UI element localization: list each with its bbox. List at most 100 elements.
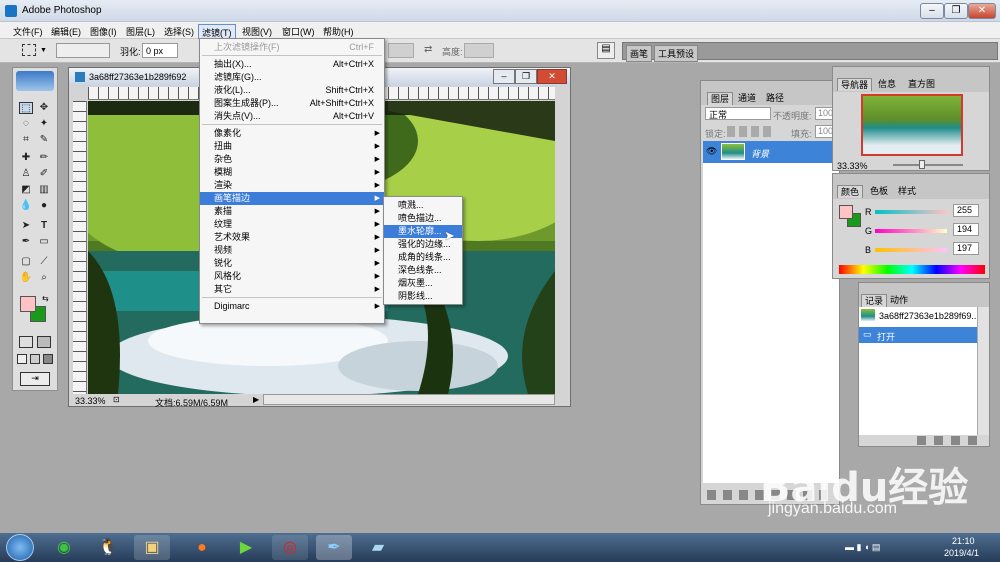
color-ramp[interactable]: [839, 265, 985, 274]
filter-menu-item[interactable]: 艺术效果 ▶: [200, 231, 384, 244]
shape-icon[interactable]: ▭: [37, 236, 51, 248]
doc-close-button[interactable]: ✕: [537, 69, 567, 84]
marquee-icon[interactable]: ⬚: [19, 102, 33, 114]
minimize-button[interactable]: –: [920, 3, 944, 19]
menu-file[interactable]: 文件(F): [10, 24, 46, 39]
filter-menu-item[interactable]: 图案生成器(P)... Alt+Shift+Ctrl+X: [200, 97, 384, 110]
navigator-thumbnail[interactable]: [861, 94, 963, 156]
start-button[interactable]: [6, 534, 34, 561]
status-menu-arrow-icon[interactable]: ▶: [253, 395, 259, 404]
swap-colors-icon[interactable]: ⇆: [42, 294, 49, 303]
firefox-icon[interactable]: ●: [184, 535, 220, 560]
layer-row-background[interactable]: 👁 背景: [703, 141, 839, 163]
height-input[interactable]: [464, 43, 494, 58]
gradient-icon[interactable]: ▥: [37, 184, 51, 196]
brush-strokes-menu-item[interactable]: 深色线条...: [384, 264, 462, 277]
foreground-color-swatch[interactable]: [20, 296, 36, 312]
brush-strokes-menu-item[interactable]: 成角的线条...: [384, 251, 462, 264]
filter-menu-item[interactable]: 渲染 ▶: [200, 179, 384, 192]
zoom-slider-handle[interactable]: [919, 160, 925, 169]
filter-menu-item[interactable]: 扭曲 ▶: [200, 140, 384, 153]
horizontal-scrollbar[interactable]: [263, 394, 555, 405]
quick-mask-icon[interactable]: [37, 336, 51, 348]
filter-menu-item[interactable]: 抽出(X)... Alt+Ctrl+X: [200, 58, 384, 71]
menu-select[interactable]: 选择(S): [161, 24, 197, 39]
menu-image[interactable]: 图像(I): [87, 24, 120, 39]
g-input[interactable]: 194: [953, 223, 979, 236]
tab-info[interactable]: 信息: [875, 78, 899, 91]
tab-history[interactable]: 记录: [861, 294, 888, 307]
lasso-icon[interactable]: ◌: [19, 118, 33, 130]
tab-channels[interactable]: 通道: [735, 92, 759, 105]
close-button[interactable]: ✕: [968, 3, 996, 19]
b-input[interactable]: 197: [953, 242, 979, 255]
notes-icon[interactable]: ▢: [19, 256, 33, 268]
menu-layer[interactable]: 图层(L): [123, 24, 158, 39]
clock-date[interactable]: 2019/4/1: [944, 548, 979, 558]
filter-menu-item[interactable]: 模糊 ▶: [200, 166, 384, 179]
screen-mode-standard-icon[interactable]: [17, 354, 27, 364]
feather-input[interactable]: 0 px: [142, 43, 178, 58]
marquee-tool-icon[interactable]: [22, 44, 36, 56]
eyedropper-icon[interactable]: ⟋: [37, 256, 51, 268]
filter-menu-item[interactable]: 风格化 ▶: [200, 270, 384, 283]
menu-view[interactable]: 视图(V): [239, 24, 275, 39]
tab-paths[interactable]: 路径: [763, 92, 787, 105]
g-slider[interactable]: [875, 229, 947, 233]
screen-mode-full-icon[interactable]: [43, 354, 53, 364]
r-input[interactable]: 255: [953, 204, 979, 217]
eye-icon[interactable]: 👁: [706, 146, 717, 157]
filter-menu-item[interactable]: 像素化 ▶: [200, 127, 384, 140]
chevron-down-icon[interactable]: ▼: [40, 47, 47, 54]
history-scrollbar[interactable]: [977, 307, 989, 435]
file-explorer-icon[interactable]: ▣: [134, 535, 170, 560]
tab-navigator[interactable]: 导航器: [837, 78, 873, 91]
path-select-icon[interactable]: ➤: [19, 220, 33, 232]
filter-menu-item[interactable]: Digimarc ▶: [200, 300, 384, 313]
tab-histogram[interactable]: 直方图: [905, 78, 938, 91]
filter-menu-item[interactable]: 其它 ▶: [200, 283, 384, 296]
tab-tool-presets[interactable]: 工具预设: [654, 45, 699, 62]
crop-icon[interactable]: ⌗: [19, 134, 33, 146]
width-input[interactable]: [388, 43, 414, 58]
photoshop-feather-icon[interactable]: [16, 71, 54, 91]
clock-time[interactable]: 21:10: [952, 536, 975, 546]
brush-strokes-menu-item[interactable]: 阴影线...: [384, 290, 462, 303]
menu-window[interactable]: 窗口(W): [279, 24, 318, 39]
brush-strokes-menu-item[interactable]: 喷色描边...: [384, 212, 462, 225]
filter-menu-item[interactable]: 素描 ▶: [200, 205, 384, 218]
blur-icon[interactable]: 💧: [19, 200, 33, 212]
filter-menu-item[interactable]: 消失点(V)... Alt+Ctrl+V: [200, 110, 384, 123]
pen-icon[interactable]: ✒: [19, 236, 33, 248]
tab-color[interactable]: 颜色: [837, 185, 864, 198]
history-snapshot[interactable]: 3a68ff27363e1b289f69...: [879, 311, 979, 321]
filter-menu-item[interactable]: 画笔描边 ▶: [200, 192, 384, 205]
doc-restore-button[interactable]: ❐: [515, 69, 537, 84]
zoom-icon[interactable]: ⌕: [37, 272, 51, 284]
filter-menu-item[interactable]: 液化(L)... Shift+Ctrl+X: [200, 84, 384, 97]
r-slider[interactable]: [875, 210, 947, 214]
brush-icon[interactable]: ✏: [37, 152, 51, 164]
tab-styles[interactable]: 样式: [895, 185, 919, 198]
standard-mode-icon[interactable]: [19, 336, 33, 348]
history-brush-icon[interactable]: ✐: [37, 168, 51, 180]
menu-help[interactable]: 帮助(H): [320, 24, 357, 39]
filter-menu-item[interactable]: 锐化 ▶: [200, 257, 384, 270]
hand-icon[interactable]: ✋: [19, 272, 33, 284]
filter-menu-item[interactable]: 上次滤镜操作(F) Ctrl+F: [200, 41, 384, 54]
tab-layers[interactable]: 图层: [707, 92, 734, 105]
selection-mode-buttons[interactable]: [56, 43, 110, 58]
doc-minimize-button[interactable]: –: [493, 69, 515, 84]
notepad-icon[interactable]: ▰: [360, 535, 396, 560]
b-slider[interactable]: [875, 248, 947, 252]
browser-360-icon[interactable]: ◉: [46, 535, 82, 560]
brush-strokes-menu-item[interactable]: 喷溅...: [384, 199, 462, 212]
history-actions-icons[interactable]: [917, 436, 977, 445]
history-step-row[interactable]: ▭ 打开: [859, 327, 977, 343]
filter-menu-item[interactable]: 纹理 ▶: [200, 218, 384, 231]
slice-icon[interactable]: ✎: [37, 134, 51, 146]
tab-actions[interactable]: 动作: [887, 294, 911, 307]
healing-brush-icon[interactable]: ✚: [19, 152, 33, 164]
tab-brush[interactable]: 画笔: [626, 45, 653, 62]
qq-icon[interactable]: 🐧: [90, 535, 126, 560]
